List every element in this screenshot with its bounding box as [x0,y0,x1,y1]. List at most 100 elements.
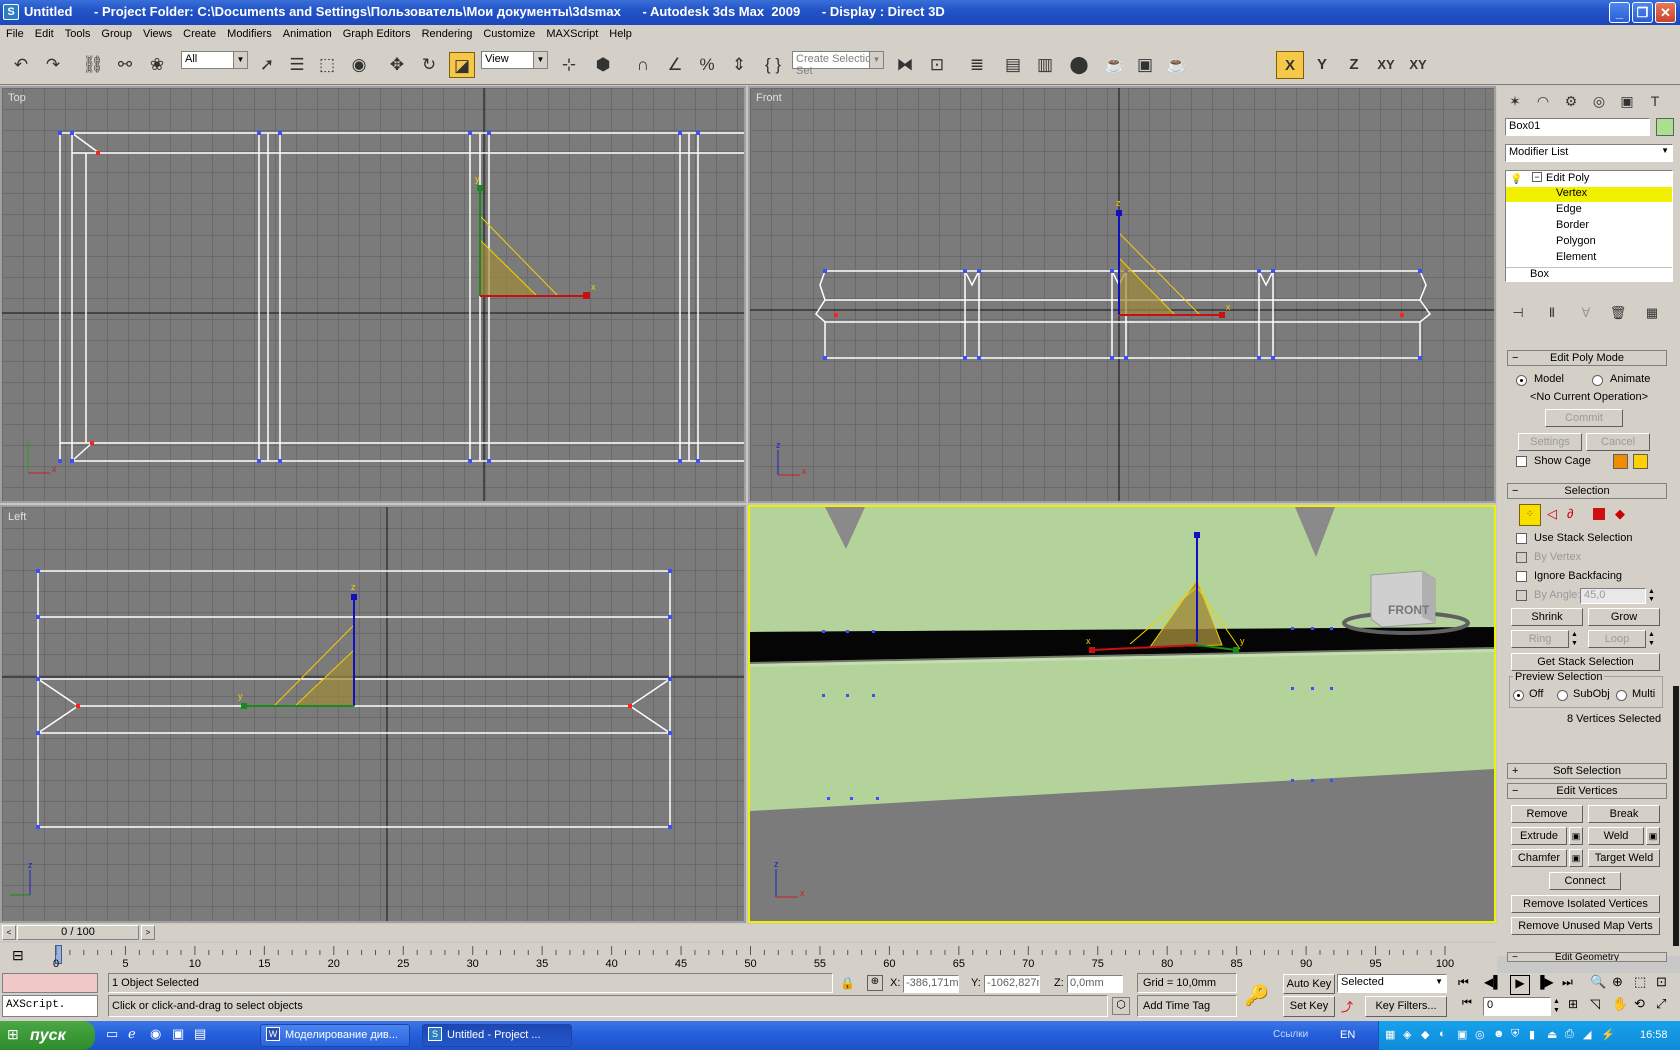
orbit-icon[interactable]: ⟲ [1634,996,1645,1012]
collapse-icon[interactable]: − [1532,172,1542,182]
extrude-button[interactable]: Extrude [1511,827,1567,845]
viewport-left[interactable]: Left z y z [0,505,746,923]
x-coordinate-field[interactable]: -386,171mm [903,975,959,993]
undo-icon[interactable]: ↶ [8,52,34,78]
cage-color-swatch[interactable] [1613,454,1628,469]
create-tab-icon[interactable]: ✶ [1502,88,1528,114]
edge-mode-icon[interactable]: ◁ [1547,506,1557,522]
loop-spinner-icon[interactable]: ▲ ▼ [1647,630,1656,648]
absolute-mode-icon[interactable]: ⊕ [867,975,883,991]
tray-icon-network[interactable]: ▦ [1385,1028,1395,1041]
tray-icon-usb[interactable]: ⏏ [1547,1028,1557,1041]
tray-icon-power[interactable]: ⚡ [1601,1028,1615,1041]
maximize-button[interactable]: ❐ [1632,2,1653,23]
zoom-icon[interactable]: 🔍 [1590,974,1606,990]
remove-isolated-vertices-button[interactable]: Remove Isolated Vertices [1511,895,1660,913]
tray-icon-volume[interactable]: ◐ [1439,1028,1446,1040]
media-icon[interactable]: ▣ [172,1026,184,1042]
named-selection-dropdown[interactable]: Create Selection Set ▼ [792,51,884,77]
stack-item-vertex[interactable]: Vertex [1556,187,1587,199]
cancel-button[interactable]: Cancel [1586,433,1650,451]
move-icon[interactable]: ✥ [384,52,410,78]
preview-subobj-radio[interactable] [1557,690,1568,701]
angle-snap-icon[interactable]: ∠ [662,52,688,78]
menu-group[interactable]: Group [95,25,137,40]
menu-maxscript[interactable]: MAXScript [540,25,603,40]
edit-named-selection-icon[interactable]: { } [760,52,786,78]
polygon-mode-icon[interactable] [1593,508,1605,520]
viewcube-label[interactable]: FRONT [1388,603,1429,617]
pan-icon[interactable]: ✋ [1612,996,1628,1012]
tray-icon-messenger[interactable]: ☻ [1493,1028,1505,1040]
rollout-edit-vertices[interactable]: − Edit Vertices [1507,783,1667,799]
ie-icon[interactable]: ℯ [128,1026,136,1042]
maximize-viewport-icon[interactable]: ⤢ [1656,996,1666,1012]
tray-icon-security[interactable]: ⛨ [1511,1028,1519,1041]
weld-button[interactable]: Weld [1588,827,1644,845]
animate-radio[interactable] [1592,375,1603,386]
select-object-icon[interactable]: ➚ [254,52,280,78]
key-mode-dropdown[interactable]: Selected ▼ [1337,974,1447,993]
constrain-x-button[interactable]: X [1276,51,1304,79]
commit-button[interactable]: Commit [1545,409,1623,427]
by-vertex-checkbox[interactable] [1516,552,1527,563]
redo-icon[interactable]: ↷ [40,52,66,78]
chevron-right-icon[interactable]: > [141,925,155,940]
task-3dsmax[interactable]: Untitled - Project ... [422,1024,572,1047]
auto-key-button[interactable]: Auto Key [1283,974,1335,994]
menu-tools[interactable]: Tools [59,25,96,40]
extrude-settings-icon[interactable]: ▣ [1569,827,1583,845]
menu-file[interactable]: File [0,25,29,40]
rollout-edit-poly-mode[interactable]: − Edit Poly Mode [1507,350,1667,366]
constrain-y-button[interactable]: Y [1308,51,1336,79]
make-unique-icon[interactable]: ∀ [1573,300,1599,326]
zoom-extents-icon[interactable]: ⬚ [1634,974,1646,990]
pin-stack-icon[interactable]: ⊣ [1505,300,1531,326]
rendered-frame-icon[interactable]: ▣ [1132,52,1158,78]
viewport-perspective[interactable]: x y z x FRONT [748,505,1496,923]
preview-multi-radio[interactable] [1616,690,1627,701]
close-button[interactable]: ✕ [1655,2,1676,23]
menu-rendering[interactable]: Rendering [416,25,478,40]
object-color-swatch[interactable] [1656,118,1674,136]
constrain-xy-button[interactable]: XY [1372,51,1400,79]
angle-field[interactable]: 45,0 [1580,588,1646,604]
time-slider[interactable]: < 0 / 100 > [0,924,1497,941]
material-editor-icon[interactable]: ⬤ [1066,52,1092,78]
selection-filter-dropdown[interactable]: All ▼ [181,51,248,69]
stack-item-element[interactable]: Element [1556,251,1596,263]
frame-spinner-icon[interactable]: ▲ ▼ [1552,997,1561,1016]
reference-coord-dropdown[interactable]: View ▼ [481,51,548,69]
use-stack-selection-checkbox[interactable] [1516,533,1527,544]
links-toolbar[interactable]: Ссылки [1273,1029,1308,1040]
shrink-button[interactable]: Shrink [1511,608,1583,626]
menu-edit[interactable]: Edit [29,25,59,40]
key-filters-button[interactable]: Key Filters... [1365,996,1447,1017]
ignore-backfacing-checkbox[interactable] [1516,571,1527,582]
remove-modifier-icon[interactable]: 🗑 [1605,300,1631,326]
z-coordinate-field[interactable]: 0,0mm [1067,975,1123,993]
previous-frame-icon[interactable]: ◀▌ [1484,975,1502,989]
remove-unused-map-verts-button[interactable]: Remove Unused Map Verts [1511,917,1660,935]
stack-item-polygon[interactable]: Polygon [1556,235,1596,247]
configure-sets-icon[interactable]: ▦ [1639,300,1665,326]
show-desktop-icon[interactable]: ▭ [106,1026,118,1042]
element-mode-icon[interactable]: ◆ [1615,506,1625,522]
key-icon[interactable]: 🔑 [1244,983,1269,1008]
select-manipulate-icon[interactable]: ⬢ [590,52,616,78]
menu-animation[interactable]: Animation [277,25,337,40]
go-to-start-icon[interactable]: ⏮ [1458,975,1469,990]
explorer-icon[interactable]: ◉ [150,1026,161,1042]
task-word-document[interactable]: Моделирование див... [260,1024,410,1047]
utilities-tab-icon[interactable]: T [1642,88,1668,114]
angle-spinner-icon[interactable]: ▲ ▼ [1647,588,1656,604]
render-production-icon[interactable]: ☕ [1164,52,1190,78]
model-radio[interactable] [1516,375,1527,386]
motion-tab-icon[interactable]: ◎ [1586,88,1612,114]
unlink-icon[interactable]: ⚯ [112,52,138,78]
border-mode-icon[interactable]: ∂ [1567,506,1573,521]
lock-icon[interactable]: 🔒 [840,976,855,990]
viewport-front[interactable]: Front z x z x [748,86,1496,503]
constrain-z-button[interactable]: Z [1340,51,1368,79]
curve-editor-mini-icon[interactable]: ⊟ [12,947,24,964]
